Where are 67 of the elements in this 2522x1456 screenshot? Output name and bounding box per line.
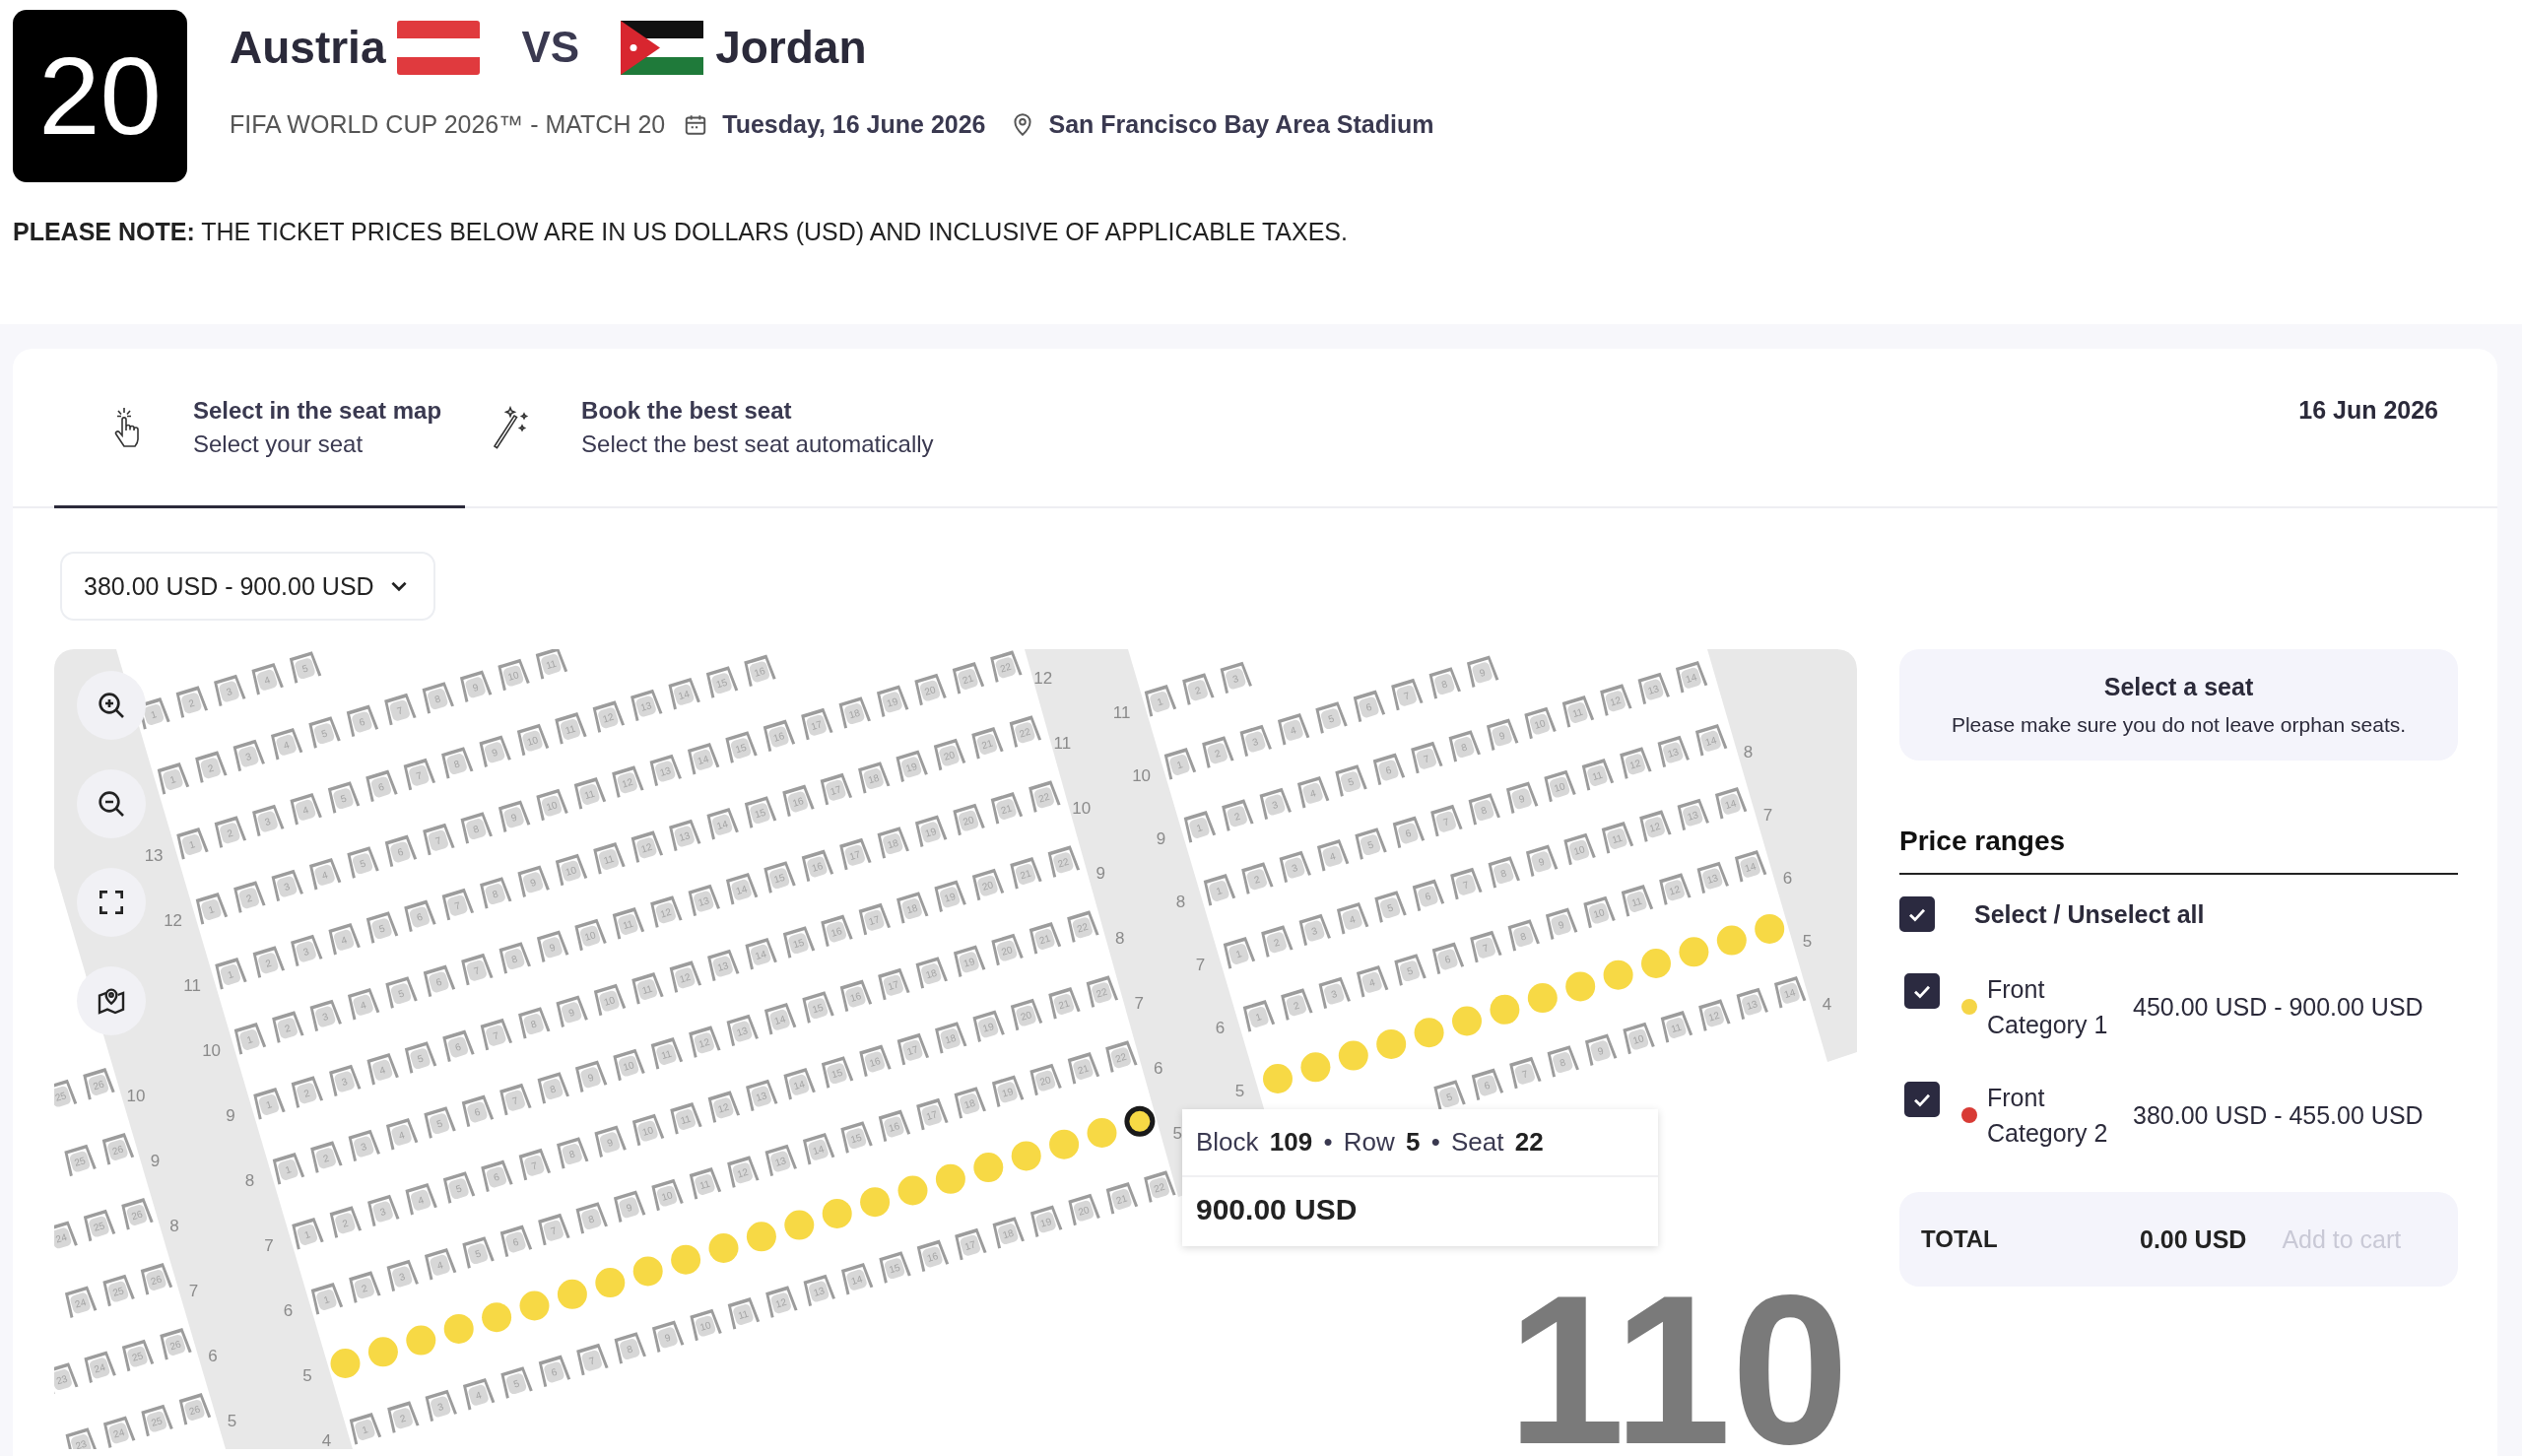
row-label: 8 xyxy=(1175,892,1186,911)
row-label: 11 xyxy=(1053,734,1072,753)
flag-icon xyxy=(621,20,704,75)
row-label: 8 xyxy=(169,1216,179,1235)
match-number: 20 xyxy=(13,10,187,182)
row-label: 5 xyxy=(227,1411,237,1430)
row-label: 7 xyxy=(264,1235,274,1255)
event-date: 16 Jun 2026 xyxy=(2298,395,2438,425)
row-label: 4 xyxy=(321,1430,332,1449)
row-label: 9 xyxy=(150,1151,161,1170)
row-label: 7 xyxy=(1762,805,1773,825)
row-label: 5 xyxy=(1172,1124,1183,1143)
row-label: 11 xyxy=(1112,702,1131,722)
category-name: Front Category 1 xyxy=(1987,974,2109,1040)
row-label: 10 xyxy=(202,1040,222,1060)
checkbox[interactable] xyxy=(1904,1082,1940,1117)
row-label: 10 xyxy=(126,1086,146,1105)
row-label: 4 xyxy=(1822,994,1832,1014)
select-all-label: Select / Unselect all xyxy=(1974,899,2205,929)
category-name: Front Category 2 xyxy=(1987,1083,2109,1149)
venue-name: San Francisco Bay Area Stadium xyxy=(1048,110,1434,139)
price-notice: PLEASE NOTE: THE TICKET PRICES BELOW ARE IN US DOLLARS (USD) AND INCLUSIVE OF APPLICABLE TAXES. xyxy=(13,218,1349,247)
row-label: 7 xyxy=(1134,994,1145,1013)
row-label: 6 xyxy=(283,1300,294,1320)
row-label: 7 xyxy=(1195,955,1206,974)
price-range-dropdown[interactable]: 380.00 USD - 900.00 USD xyxy=(60,552,435,621)
price-range: 380.00 USD - 455.00 USD xyxy=(2133,1100,2423,1130)
checkbox[interactable] xyxy=(1904,973,1940,1009)
row-label: 8 xyxy=(1743,742,1754,761)
versus-label: VS xyxy=(521,23,580,72)
section-title: Price ranges xyxy=(1899,826,2458,875)
row-label: 9 xyxy=(1095,864,1106,883)
row-label: 6 xyxy=(1782,868,1793,888)
seat-details: Block 109 • Row 5 • Seat 22 xyxy=(1182,1109,1658,1177)
row-label: 7 xyxy=(188,1281,199,1300)
seat[interactable] xyxy=(1124,1105,1156,1137)
row-label: 6 xyxy=(1154,1059,1163,1078)
row-label: 10 xyxy=(1072,799,1092,818)
row-label: 6 xyxy=(208,1346,218,1365)
team-name: Austria xyxy=(230,21,386,74)
mode-tab[interactable]: Book the best seat Select the best seat automatically xyxy=(465,349,958,508)
flag-icon xyxy=(397,20,481,75)
row-label: 13 xyxy=(144,845,164,865)
row-label: 12 xyxy=(1033,669,1053,688)
row-label: 11 xyxy=(183,975,201,995)
row-label: 6 xyxy=(1215,1018,1226,1037)
competition-label: FIFA WORLD CUP 2026™ - MATCH 20 xyxy=(230,110,666,139)
info-title: Select a seat xyxy=(2103,673,2254,701)
row-label: 12 xyxy=(164,910,183,930)
row-label: 5 xyxy=(1802,931,1813,951)
checkbox[interactable] xyxy=(1899,896,1935,932)
mode-tab[interactable]: Select in the seat map Select your seat xyxy=(54,349,466,508)
row-label: 9 xyxy=(1156,828,1166,848)
seat-price: 900.00 USD xyxy=(1195,1192,1359,1227)
row-label: 5 xyxy=(1234,1081,1245,1100)
row-label: 9 xyxy=(226,1105,235,1125)
price-range: 450.00 USD - 900.00 USD xyxy=(2133,992,2423,1022)
block-label: 110 xyxy=(1507,1251,1849,1449)
total-amount: 0.00 USD xyxy=(2140,1224,2247,1254)
row-label: 10 xyxy=(1132,765,1152,785)
team-name: Jordan xyxy=(715,21,867,74)
total-label: TOTAL xyxy=(1921,1225,1999,1253)
row-label: 8 xyxy=(244,1170,255,1190)
info-hint: Please make sure you do not leave orphan seats. xyxy=(1951,713,2407,737)
match-date: Tuesday, 16 June 2026 xyxy=(722,110,986,139)
row-label: 8 xyxy=(1115,929,1125,948)
row-label: 5 xyxy=(302,1365,312,1385)
